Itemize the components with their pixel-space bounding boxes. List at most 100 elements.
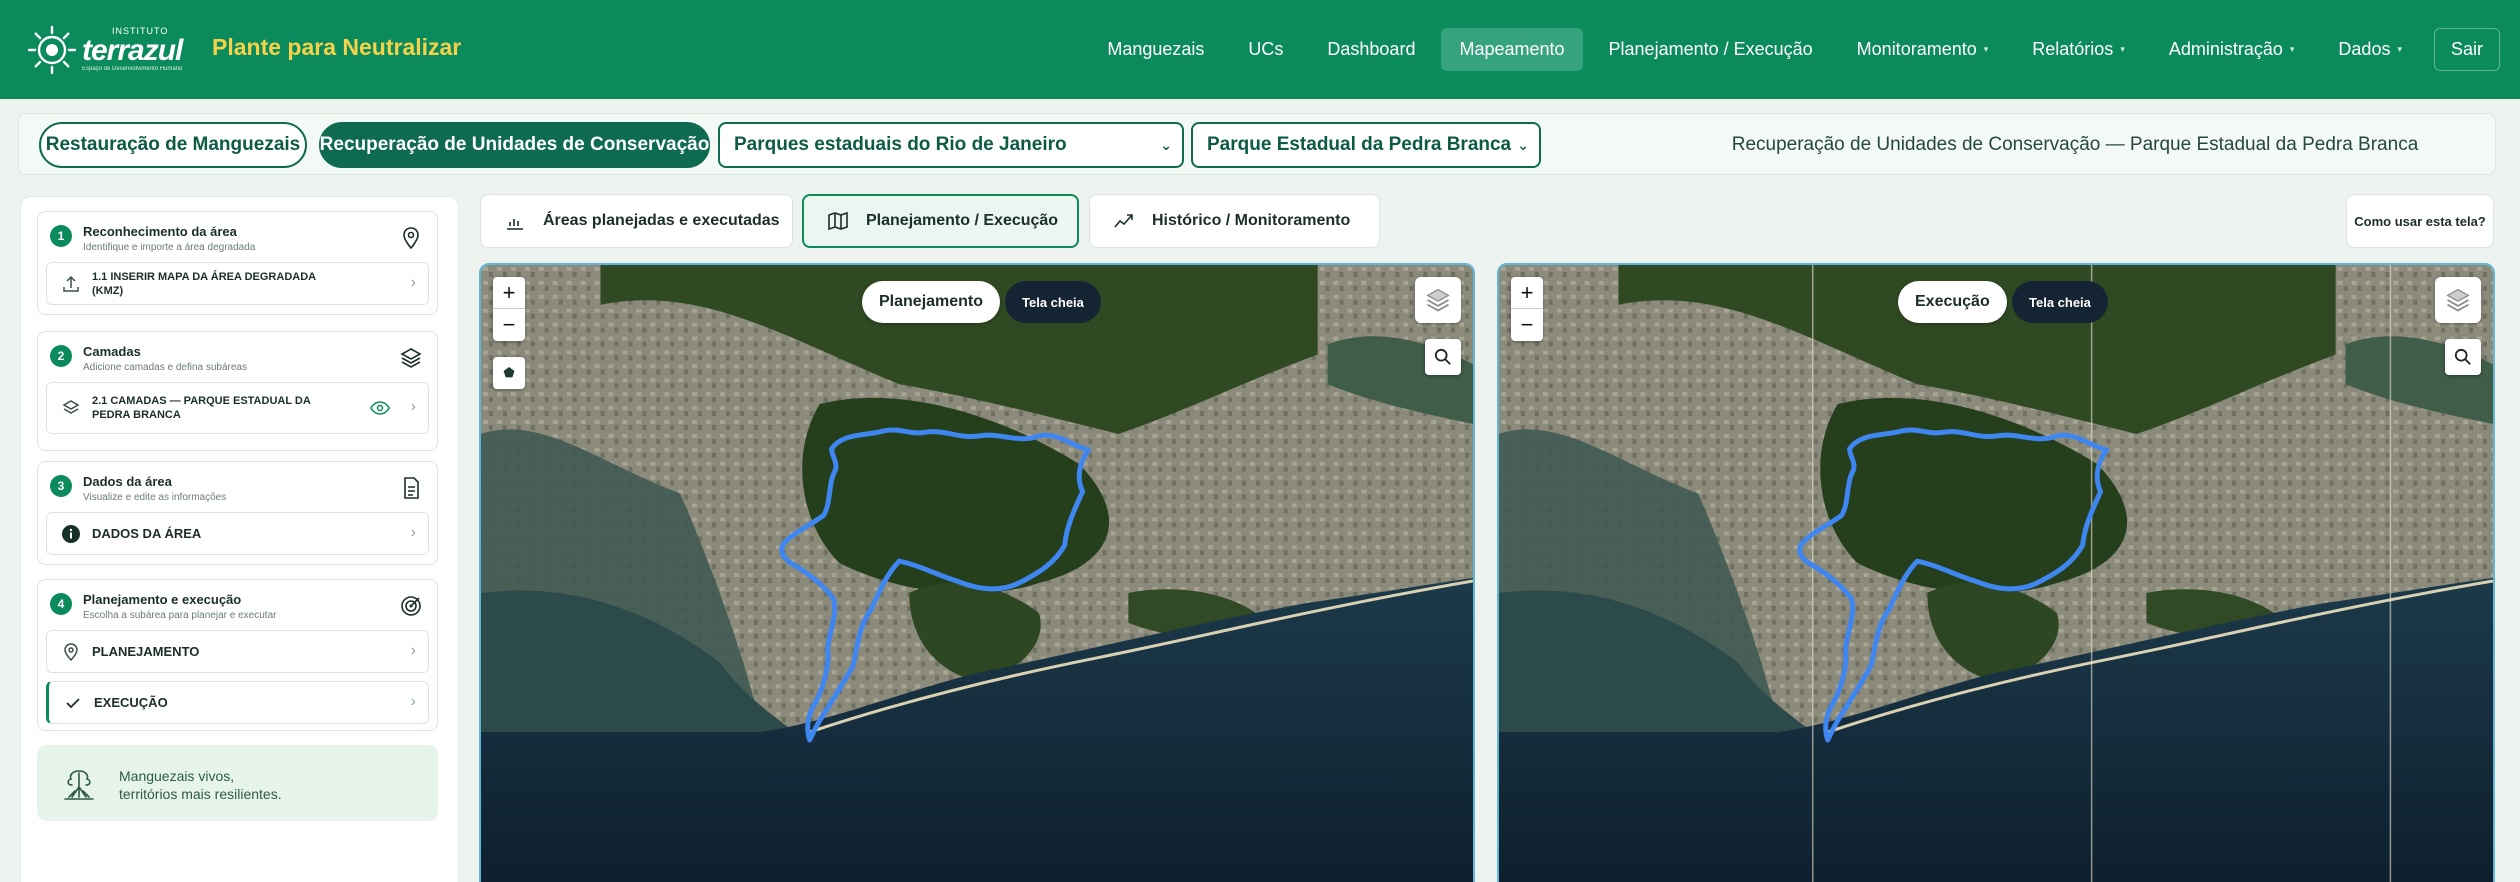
- chevron-right-icon: ›: [410, 524, 416, 541]
- nav-label: Administração: [2168, 39, 2283, 59]
- map-pin-icon: [403, 227, 419, 250]
- step-number: 3: [50, 475, 72, 497]
- layers-icon: [2446, 288, 2470, 312]
- zoom-control: + −: [493, 277, 525, 341]
- workflow-sidebar: 1 Reconhecimento da área Identifique e i…: [20, 196, 459, 882]
- tab-areas-planned-executed[interactable]: Áreas planejadas e executadas: [480, 194, 793, 248]
- park-unit-value: Parque Estadual da Pedra Branca: [1207, 134, 1512, 155]
- nav-label: UCs: [1248, 39, 1284, 59]
- execution-label: EXECUÇÃO: [94, 694, 168, 710]
- document-icon: [404, 477, 419, 499]
- nav-manguezais[interactable]: Manguezais: [1089, 28, 1222, 71]
- nav-label: Monitoramento: [1856, 39, 1977, 59]
- nav-planejamento-execucao[interactable]: Planejamento / Execução: [1591, 28, 1831, 71]
- step-title: Camadas: [83, 344, 141, 359]
- check-icon: [66, 698, 80, 709]
- nav-relatorios[interactable]: Relatórios ▾: [2014, 28, 2143, 71]
- search-icon: [2454, 348, 2471, 365]
- tab-history-monitoring[interactable]: Histórico / Monitoramento: [1089, 194, 1380, 248]
- draw-polygon-icon[interactable]: ⬟: [493, 357, 525, 389]
- filter-bar: Restauração de Manguezais Recuperação de…: [18, 113, 2496, 175]
- upload-icon: [63, 275, 79, 292]
- nav-dashboard[interactable]: Dashboard: [1309, 28, 1433, 71]
- help-button[interactable]: Como usar esta tela?: [2346, 194, 2494, 248]
- map-search-button[interactable]: [2445, 339, 2481, 375]
- nav-mapeamento[interactable]: Mapeamento: [1441, 28, 1583, 71]
- logo-name: terrazul: [82, 34, 183, 67]
- main-nav: Manguezais UCs Dashboard Mapeamento Plan…: [1081, 28, 2500, 71]
- park-group-select[interactable]: Parques estaduais do Rio de Janeiro ⌄: [718, 122, 1184, 168]
- info-icon: [62, 525, 80, 543]
- step-number: 4: [50, 593, 72, 615]
- step-planejamento-execucao: 4 Planejamento e execução Escolha a subá…: [37, 579, 438, 731]
- chevron-right-icon: ›: [410, 274, 416, 291]
- layers-toggle-button[interactable]: [1415, 277, 1461, 323]
- nav-label: Mapeamento: [1459, 39, 1565, 59]
- park-group-value: Parques estaduais do Rio de Janeiro: [734, 134, 1067, 155]
- mangrove-tree-icon: [64, 770, 94, 800]
- selection-summary: Recuperação de Unidades de Conservação —…: [1731, 134, 2419, 155]
- step-subtitle: Adicione camadas e defina subáreas: [83, 362, 247, 373]
- trend-line-icon: [1114, 214, 1133, 228]
- nav-label: Relatórios: [2032, 39, 2114, 59]
- target-icon: [401, 596, 421, 616]
- map-icon: [828, 211, 848, 231]
- tab-label: Áreas planejadas e executadas: [543, 212, 780, 229]
- upload-kmz-item[interactable]: 1.1 INSERIR MAPA DA ÁREA DEGRADADA (KMZ)…: [46, 262, 429, 305]
- layers-toggle-button[interactable]: [2435, 277, 2481, 323]
- promo-line-1: Manguezais vivos,: [119, 768, 235, 784]
- layers-item-label: 2.1 CAMADAS — PARQUE ESTADUAL DA PEDRA B…: [92, 395, 311, 421]
- nav-ucs[interactable]: UCs: [1230, 28, 1301, 71]
- step-dados: 3 Dados da área Visualize e edite as inf…: [37, 461, 438, 565]
- park-unit-select[interactable]: Parque Estadual da Pedra Branca ⌄: [1191, 122, 1541, 168]
- zoom-out-button[interactable]: −: [493, 309, 525, 341]
- step-number: 2: [50, 345, 72, 367]
- search-icon: [1434, 348, 1451, 365]
- nav-label: Dados: [2338, 39, 2391, 59]
- caret-down-icon: ▾: [1983, 44, 1989, 54]
- upload-kmz-label: 1.1 INSERIR MAPA DA ÁREA DEGRADADA (KMZ): [92, 270, 316, 297]
- caret-down-icon: ▾: [2120, 44, 2125, 54]
- planning-map[interactable]: + − ⬟ Planejamento Tela cheia: [479, 263, 1475, 882]
- planning-map-label: Planejamento: [862, 281, 1001, 323]
- nav-dados[interactable]: Dados ▾: [2320, 28, 2420, 71]
- zoom-in-button[interactable]: +: [493, 277, 525, 309]
- step-reconhecimento: 1 Reconhecimento da área Identifique e i…: [37, 211, 438, 315]
- nav-label: Manguezais: [1107, 39, 1205, 59]
- step-subtitle: Escolha a subárea para planejar e execut…: [83, 610, 277, 621]
- eye-icon[interactable]: [370, 400, 390, 416]
- mode-mangroves-pill[interactable]: Restauração de Manguezais: [39, 122, 307, 168]
- layers-icon: [400, 348, 422, 368]
- step-number: 1: [50, 225, 72, 247]
- nav-label: Dashboard: [1327, 39, 1416, 59]
- nav-administracao[interactable]: Administração ▾: [2151, 28, 2313, 71]
- area-data-item[interactable]: DADOS DA ÁREA ›: [46, 512, 429, 555]
- logo-tagline: Espaço de Desenvolvimento Humano: [82, 66, 183, 72]
- mode-ucs-pill[interactable]: Recuperação de Unidades de Conservação: [319, 122, 710, 168]
- fullscreen-button[interactable]: Tela cheia: [1005, 281, 1101, 323]
- nav-monitoramento[interactable]: Monitoramento ▾: [1839, 28, 2007, 71]
- tab-label: Planejamento / Execução: [866, 212, 1059, 229]
- execution-map-label: Execução: [1898, 281, 2007, 323]
- zoom-in-button[interactable]: +: [1511, 277, 1543, 309]
- step-camadas: 2 Camadas Adicione camadas e defina subá…: [37, 331, 438, 451]
- tab-planning-execution[interactable]: Planejamento / Execução: [802, 194, 1079, 248]
- terrazul-logo[interactable]: INSTITUTO terrazul Espaço de Desenvolvim…: [26, 22, 186, 77]
- mangrove-promo-card: Manguezais vivos, territórios mais resil…: [37, 745, 438, 821]
- planning-item[interactable]: PLANEJAMENTO ›: [46, 630, 429, 673]
- top-navigation-bar: INSTITUTO terrazul Espaço de Desenvolvim…: [0, 0, 2520, 99]
- app-title: Plante para Neutralizar: [212, 34, 462, 60]
- zoom-out-button[interactable]: −: [1511, 309, 1543, 341]
- caret-down-icon: ▾: [2397, 44, 2402, 54]
- logout-button[interactable]: Sair: [2433, 28, 2500, 71]
- execution-map[interactable]: + − Execução Tela cheia: [1497, 263, 2495, 882]
- chevron-right-icon: ›: [410, 642, 416, 659]
- step-subtitle: Visualize e edite as informações: [83, 492, 227, 503]
- layers-item[interactable]: 2.1 CAMADAS — PARQUE ESTADUAL DA PEDRA B…: [46, 382, 429, 434]
- fullscreen-button[interactable]: Tela cheia: [2012, 281, 2108, 323]
- execution-item[interactable]: EXECUÇÃO ›: [46, 681, 429, 724]
- nav-label: Planejamento / Execução: [1608, 39, 1813, 59]
- caret-down-icon: ▾: [2289, 44, 2295, 54]
- map-search-button[interactable]: [1425, 339, 1461, 375]
- promo-line-2: territórios mais resilientes.: [119, 786, 282, 802]
